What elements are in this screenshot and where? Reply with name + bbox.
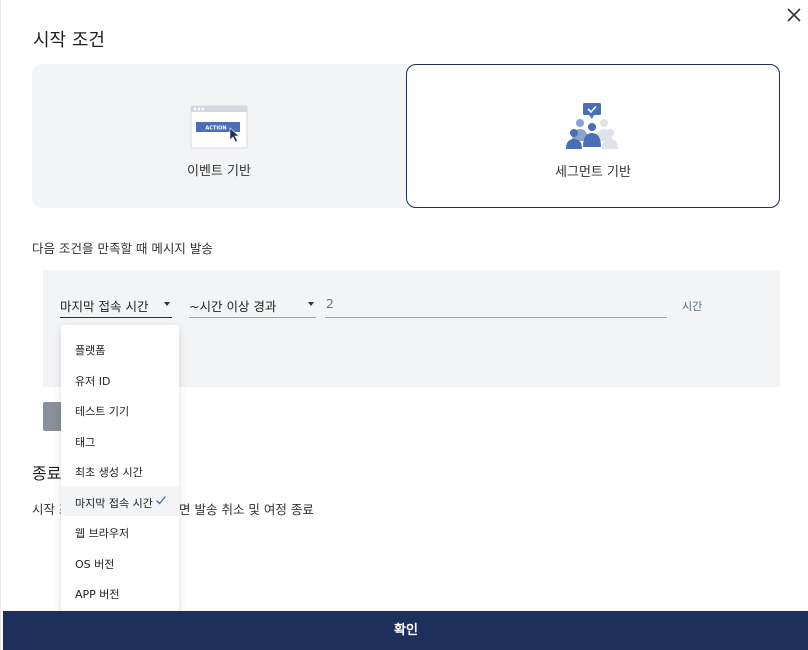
attribute-select-value: 마지막 접속 시간 <box>60 299 149 314</box>
event-based-card[interactable]: ACTION 이벤트 기반 <box>32 64 406 208</box>
event-based-label: 이벤트 기반 <box>187 164 251 179</box>
trigger-type-selector: ACTION 이벤트 기반 세그먼트 기반 <box>32 64 780 208</box>
dropdown-option[interactable]: 태그 <box>61 425 179 456</box>
close-icon <box>787 8 801 22</box>
attribute-dropdown-menu: 플랫폼 유저 ID 테스트 기기 태그 최초 생성 시간 마지막 접속 시간 웹… <box>61 325 179 611</box>
caret-down-icon <box>164 302 170 306</box>
dropdown-option[interactable]: 웹 브라우저 <box>61 516 179 547</box>
dropdown-option[interactable]: 최초 생성 시간 <box>61 455 179 486</box>
action-text: ACTION <box>205 126 226 132</box>
dropdown-option-selected[interactable]: 마지막 접속 시간 <box>61 485 179 516</box>
close-button[interactable] <box>785 6 803 24</box>
unit-label: 시간 <box>682 300 703 313</box>
end-condition-title: 종료 <box>32 464 62 483</box>
attribute-select[interactable]: 마지막 접속 시간 <box>60 290 172 318</box>
caret-down-icon <box>308 302 314 306</box>
operator-select[interactable]: ~시간 이상 경과 <box>189 290 316 318</box>
end-condition-description-end: 면 발송 취소 및 여정 종료 <box>179 502 314 517</box>
dropdown-option[interactable]: APP 버전 <box>61 577 179 608</box>
dropdown-option[interactable]: 테스트 기기 <box>61 394 179 425</box>
condition-description: 다음 조건을 만족할 때 메시지 발송 <box>32 241 213 256</box>
dropdown-option[interactable]: OS 버전 <box>61 547 179 578</box>
dropdown-option-label: 마지막 접속 시간 <box>75 496 153 510</box>
segment-people-illustration-icon <box>566 103 618 149</box>
operator-select-value: ~시간 이상 경과 <box>189 299 277 314</box>
event-action-illustration-icon: ACTION <box>190 105 248 149</box>
confirm-button[interactable]: 확인 <box>3 611 808 650</box>
dropdown-option[interactable]: 유저 ID <box>61 364 179 395</box>
add-condition-button[interactable] <box>43 402 63 431</box>
dropdown-option[interactable]: 플랫폼 <box>61 333 179 364</box>
value-input[interactable] <box>325 290 667 318</box>
segment-based-label: 세그먼트 기반 <box>555 165 631 180</box>
check-icon <box>156 495 166 504</box>
segment-based-card[interactable]: 세그먼트 기반 <box>406 64 780 208</box>
start-condition-modal: 시작 조건 ACTION 이벤트 기반 세그먼트 기반 다음 조건을 만족할 때… <box>0 0 808 650</box>
modal-title: 시작 조건 <box>33 30 105 51</box>
